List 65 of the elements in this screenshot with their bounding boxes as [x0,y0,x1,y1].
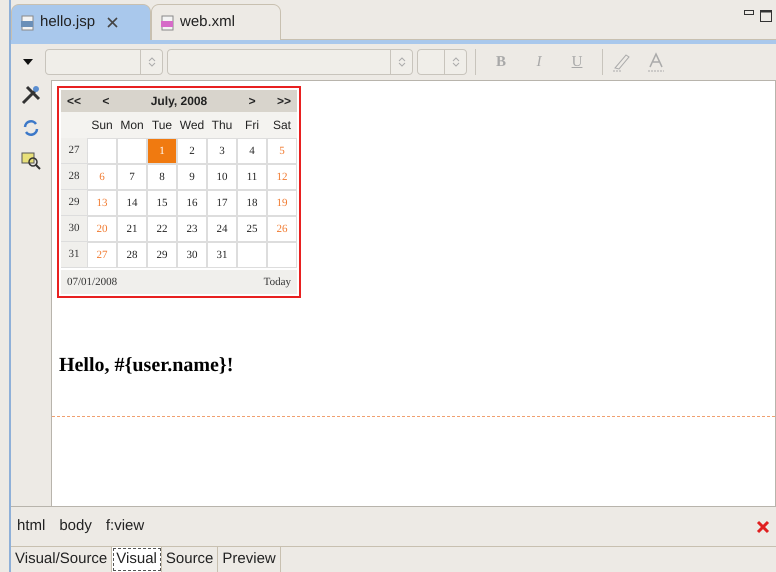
today-button[interactable]: Today [264,274,291,290]
minimize-icon[interactable] [744,10,754,18]
week-number: 30 [61,216,87,242]
day-cell[interactable]: 22 [147,216,177,242]
editor-tab[interactable]: hello.jsp [11,4,151,40]
day-cell[interactable]: 17 [207,190,237,216]
day-cell[interactable]: 8 [147,164,177,190]
calendar-title: July, 2008 [150,93,208,110]
day-cell[interactable]: 21 [117,216,147,242]
file-icon [160,14,176,30]
file-icon [20,14,36,30]
spinner-arrows-icon [148,56,156,68]
day-cell[interactable]: 18 [237,190,267,216]
dropdown-arrow-icon[interactable] [23,59,33,65]
calendar[interactable]: << < July, 2008 > >> Sun Mon Tue Wed Thu Fri Sat 27 1 2 3 4 5 28 6 7 8 9 10 11 12 29 13 14 15 16 17 18 19 30 20 21 22 23 24 25 26 31 27 28 29 30 31 07/01/2008 Today [57,86,301,298]
day-cell[interactable]: 4 [237,138,267,164]
day-cell[interactable]: 30 [177,242,207,268]
weekday-label: Fri [244,117,260,134]
day-cell[interactable]: 2 [177,138,207,164]
spinner-arrows-icon [398,56,406,68]
day-cell[interactable]: 7 [117,164,147,190]
day-cell[interactable]: 25 [237,216,267,242]
tab-label: web.xml [180,12,236,32]
weekday-label: Tue [150,117,174,134]
day-cell[interactable]: 9 [177,164,207,190]
week-number: 29 [61,190,87,216]
tab-label: hello.jsp [40,12,96,32]
day-cell[interactable]: 29 [147,242,177,268]
week-number: 27 [61,138,87,164]
day-cell[interactable]: 3 [207,138,237,164]
week-number: 28 [61,164,87,190]
selected-date: 07/01/2008 [67,274,118,290]
spinner-arrows-icon [452,56,460,68]
weekday-label: Wed [178,117,206,134]
tools-icon[interactable] [20,84,42,106]
day-cell[interactable]: 11 [237,164,267,190]
day-cell[interactable]: 31 [207,242,237,268]
day-cell[interactable]: 10 [207,164,237,190]
view-tab[interactable]: Visual [112,547,162,572]
weekday-label: Thu [210,117,234,134]
previous-month-button[interactable]: < [102,92,110,110]
breadcrumb-item[interactable]: html [17,515,46,538]
next-year-button[interactable]: >> [276,92,291,110]
font-color-icon[interactable] [645,51,667,73]
weekday-label: Sun [90,117,114,134]
refresh-icon[interactable] [21,118,41,138]
day-cell[interactable]: 15 [147,190,177,216]
breadcrumb-item[interactable]: body [59,515,92,538]
weekday-label: Sat [272,117,292,134]
day-cell[interactable]: 14 [117,190,147,216]
preview-search-icon[interactable] [21,150,41,170]
close-icon[interactable] [107,17,118,28]
day-cell[interactable]: 16 [177,190,207,216]
maximize-icon[interactable] [760,10,772,22]
editor-tab[interactable]: web.xml [151,4,281,40]
previous-year-button[interactable]: << [67,92,82,110]
close-icon[interactable] [756,520,770,534]
page-heading: Hello, #{user.name}! [58,353,234,378]
weekday-label: Mon [119,117,145,134]
day-cell[interactable]: 28 [117,242,147,268]
week-number: 31 [61,242,87,268]
next-month-button[interactable]: > [248,92,256,110]
breadcrumb-item[interactable]: f:view [106,515,144,538]
day-cell[interactable]: 23 [177,216,207,242]
day-cell[interactable]: 24 [207,216,237,242]
